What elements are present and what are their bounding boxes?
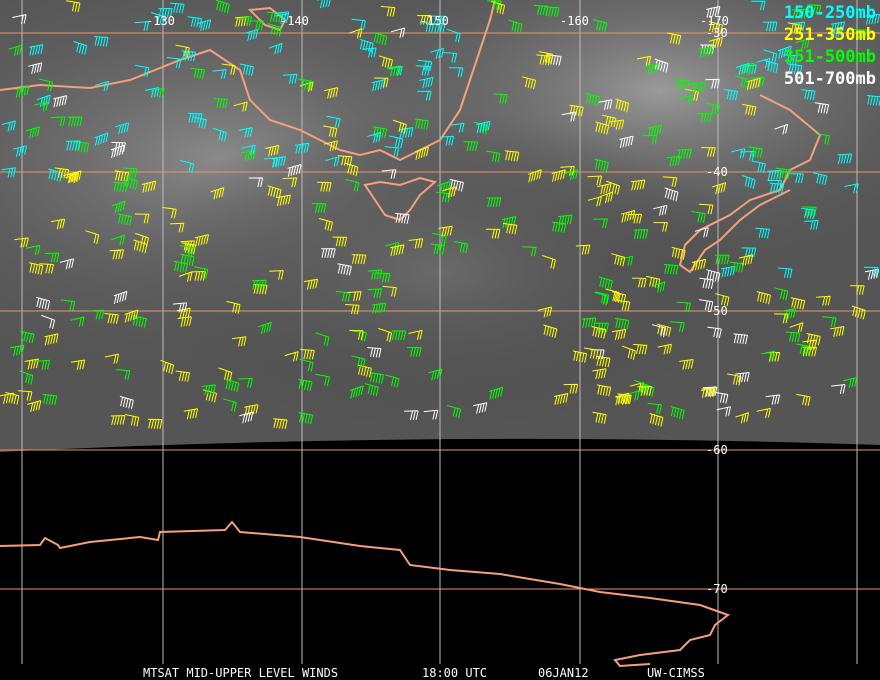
latitude-label: -70: [706, 582, 728, 596]
latitude-label: -50: [706, 304, 728, 318]
legend-entry: 501-700mb: [783, 69, 876, 89]
date-label: 06JAN12: [538, 666, 589, 680]
time-label: 18:00 UTC: [422, 666, 488, 680]
legend-entry: 351-500mb: [783, 47, 876, 67]
satellite-wind-map: -130 -140 -150 -160 -170 -30 -40 -50 -60 -70 150…: [0, 0, 880, 680]
latitude-label: -40: [706, 165, 728, 179]
map-canvas: [0, 0, 880, 668]
longitude-label: -150: [420, 14, 449, 28]
legend-entry: 251-350mb: [783, 25, 876, 45]
antarctica-coastline: [0, 520, 731, 668]
product-title: MTSAT MID-UPPER LEVEL WINDS: [143, 666, 339, 680]
legend-entry: 150-250mb: [783, 3, 876, 23]
footer-caption: MTSAT MID-UPPER LEVEL WINDS 18:00 UTC 06…: [0, 664, 880, 680]
source-label: UW-CIMSS: [647, 666, 705, 680]
latitude-label: -30: [706, 26, 728, 40]
latitude-label: -60: [706, 443, 728, 457]
longitude-label: -140: [280, 14, 309, 28]
longitude-label: -130: [146, 14, 175, 28]
longitude-label: -160: [560, 14, 589, 28]
